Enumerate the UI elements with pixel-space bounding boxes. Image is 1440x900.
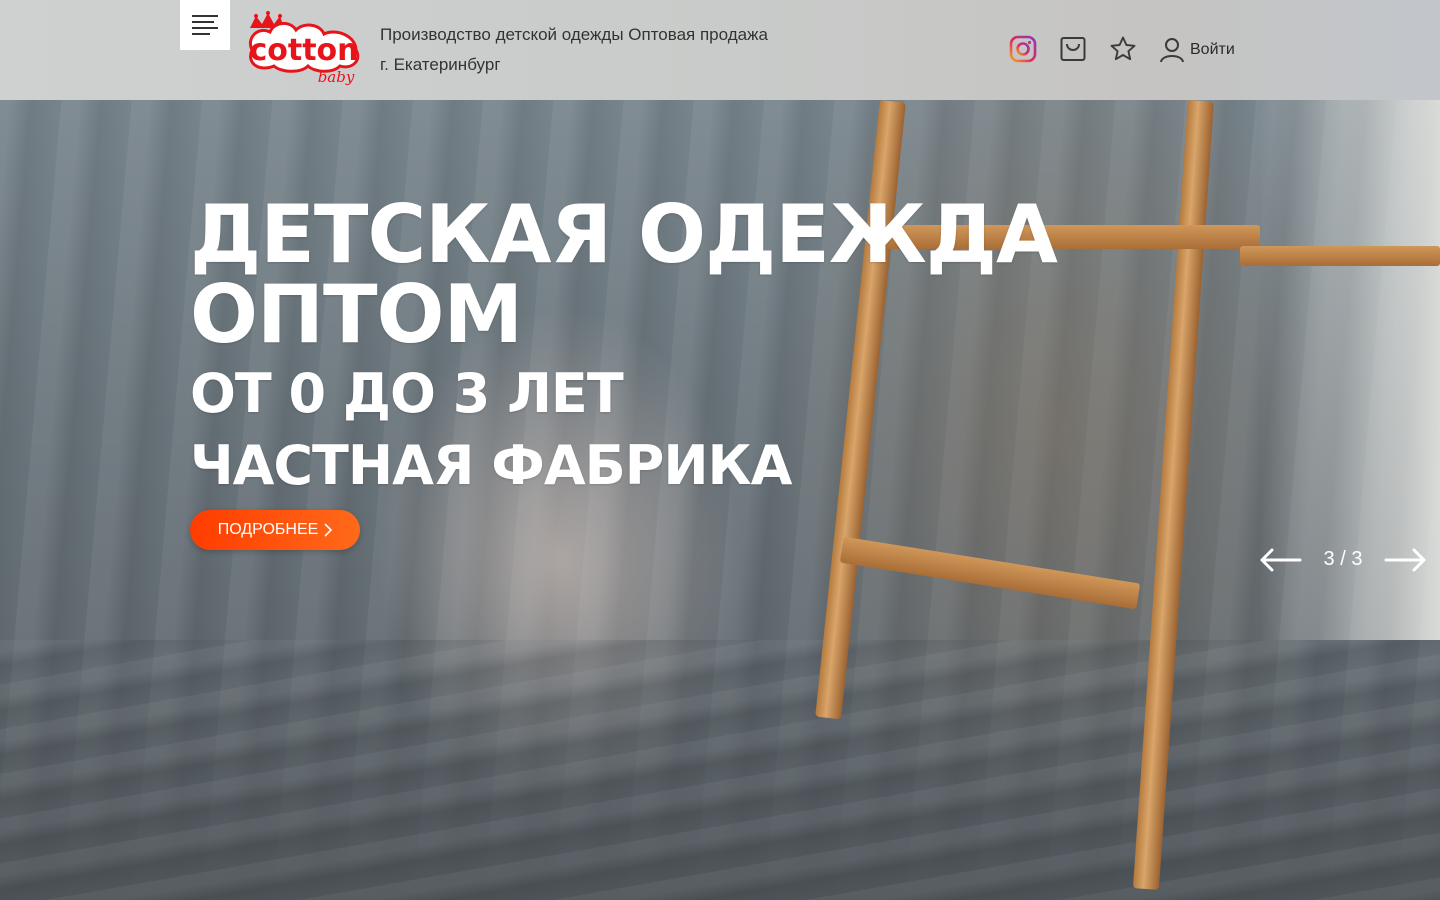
header-tagline: Производство детской одежды Оптовая прод… [380,20,840,80]
slider-prev-arrow-icon[interactable] [1258,546,1302,574]
tagline-line-2: г. Екатеринбург [380,55,501,74]
ladder-rung-side [1240,246,1440,266]
tagline-line-1: Производство детской одежды Оптовая прод… [380,25,768,44]
favorites-star-icon[interactable] [1109,35,1137,63]
logo-subword: baby [318,68,355,86]
ladder-rung-bottom [839,536,1141,610]
slider-counter: 3 / 3 [1323,548,1363,570]
menu-icon-line [192,15,218,17]
cart-icon[interactable] [1059,35,1087,63]
hero-subtitle-age: ОТ 0 ДО 3 ЛЕТ [190,362,624,425]
login-label: Войти [1190,41,1235,58]
user-icon [1160,38,1184,63]
instagram-icon[interactable] [1009,35,1037,63]
logo-wordmark: cotton [249,33,358,68]
slider-next-arrow-icon[interactable] [1384,546,1428,574]
menu-button[interactable] [180,0,230,50]
hero-floor-cloth [0,640,1440,900]
more-details-label: ПОДРОБНЕЕ [217,521,319,538]
chevron-right-icon [324,523,333,537]
login-link[interactable]: Войти [1158,35,1235,65]
more-details-button[interactable]: ПОДРОБНЕЕ [190,510,360,550]
menu-icon-line [192,27,218,29]
menu-icon-line [192,33,210,35]
site-header: cotton baby Производство детской одежды … [0,0,1440,100]
hero-subtitle-factory: ЧАСТНАЯ ФАБРИКА [190,434,792,497]
hero-title-line-2: ОПТОМ [190,268,523,361]
menu-icon-line [192,21,214,23]
cotton-baby-logo[interactable]: cotton baby [244,10,364,88]
